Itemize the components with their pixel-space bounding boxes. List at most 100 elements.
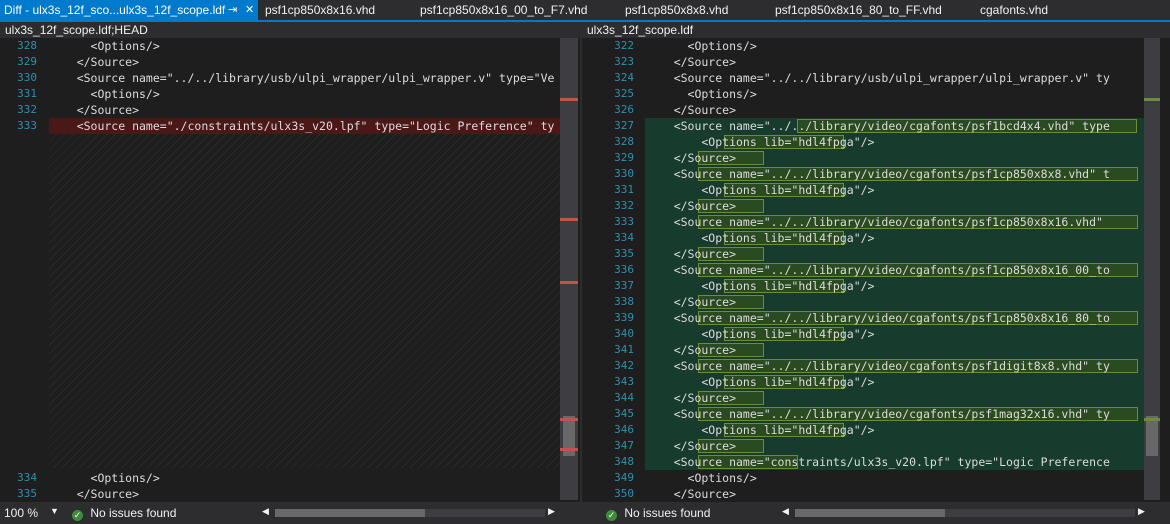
line-number: 344	[614, 391, 634, 404]
code-line: <Source name="../../library/video/cgafon…	[646, 359, 1110, 373]
line-number: 328	[17, 39, 37, 52]
code-line: <Source name="../../library/usb/ulpi_wra…	[49, 71, 555, 85]
chevron-down-icon: ▼	[50, 506, 59, 516]
code-line: <Options lib="hdl4fpga"/>	[646, 135, 875, 149]
line-number: 332	[17, 103, 37, 116]
code-line: </Source>	[646, 103, 737, 117]
left-pane-title: ulx3s_12f_scope.ldf;HEAD	[0, 22, 580, 38]
code-line: <Options lib="hdl4fpga"/>	[646, 183, 875, 197]
change-marker	[560, 418, 578, 421]
code-line: <Source name="../../library/video/cgafon…	[646, 311, 1110, 325]
line-number: 331	[614, 183, 634, 196]
line-number: 343	[614, 375, 634, 388]
line-number: 330	[17, 71, 37, 84]
tab-diff-label: Diff - ulx3s_12f_sco...ulx3s_12f_scope.l…	[4, 3, 226, 17]
line-number: 333	[17, 119, 37, 132]
line-number: 335	[17, 487, 37, 500]
code-line: <Source name="../../library/video/cgafon…	[646, 215, 1103, 229]
pin-icon[interactable]: ⇥	[228, 0, 237, 20]
zoom-level: 100 %	[4, 506, 39, 520]
tab-file[interactable]: psf1cp850x8x16.vhd	[265, 0, 375, 20]
left-horizontal-scrollbar[interactable]	[275, 509, 545, 517]
line-number: 334	[17, 471, 37, 484]
code-line: <Options lib="hdl4fpga"/>	[646, 423, 875, 437]
line-number: 340	[614, 327, 634, 340]
code-line: <Options/>	[646, 87, 757, 101]
line-number: 322	[614, 39, 634, 52]
line-number: 347	[614, 439, 634, 452]
line-number: 334	[614, 231, 634, 244]
code-line: <Source name="../../library/video/cgafon…	[646, 407, 1110, 421]
right-horizontal-scrollbar[interactable]	[795, 509, 1135, 517]
right-status-bar: ✓ No issues found ◀ ▶	[582, 502, 1170, 524]
line-number: 336	[614, 263, 634, 276]
code-line: </Source>	[646, 439, 737, 453]
scroll-right-icon[interactable]: ▶	[548, 506, 555, 517]
line-number: 335	[614, 247, 634, 260]
missing-lines-hatch	[49, 134, 560, 468]
code-line: </Source>	[646, 151, 737, 165]
line-number: 348	[614, 455, 634, 468]
code-line: </Source>	[646, 55, 737, 69]
line-number: 349	[614, 471, 634, 484]
right-scroll-thumb[interactable]	[1146, 416, 1158, 456]
line-number: 330	[614, 167, 634, 180]
line-number: 329	[17, 55, 37, 68]
line-number: 332	[614, 199, 634, 212]
code-line: <Options/>	[49, 39, 160, 53]
right-diff-editor[interactable]: 322 <Options/> 323 </Source> 324 <Source n…	[582, 38, 1144, 500]
scroll-left-icon[interactable]: ◀	[782, 506, 789, 517]
line-number: 346	[614, 423, 634, 436]
code-line: </Source>	[646, 487, 737, 500]
right-vertical-scrollbar[interactable]	[1144, 38, 1160, 500]
code-line: </Source>	[49, 487, 140, 500]
line-number: 337	[614, 279, 634, 292]
code-line: <Options/>	[646, 39, 757, 53]
code-line: </Source>	[646, 343, 737, 357]
line-number: 327	[614, 119, 634, 132]
tab-file[interactable]: psf1cp850x8x16_80_to_FF.vhd	[775, 0, 942, 20]
code-line: <Source name="../../library/video/cgafon…	[646, 119, 1110, 133]
line-number: 324	[614, 71, 634, 84]
line-number: 350	[614, 487, 634, 500]
line-number: 331	[17, 87, 37, 100]
right-pane-title: ulx3s_12f_scope.ldf	[582, 22, 1170, 38]
scroll-left-icon[interactable]: ◀	[262, 506, 269, 517]
code-line: </Source>	[646, 199, 737, 213]
issues-indicator[interactable]: ✓ No issues found	[72, 506, 176, 521]
change-marker	[1144, 418, 1160, 421]
line-number: 338	[614, 295, 634, 308]
tab-file[interactable]: cgafonts.vhd	[980, 0, 1048, 20]
change-marker	[560, 218, 578, 221]
zoom-dropdown[interactable]: 100 % ▼	[4, 506, 60, 520]
line-number: 325	[614, 87, 634, 100]
left-vertical-scrollbar[interactable]	[560, 38, 578, 500]
code-line: <Options/>	[49, 87, 160, 101]
check-circle-icon: ✓	[72, 510, 83, 521]
line-number: 329	[614, 151, 634, 164]
change-marker	[560, 281, 578, 284]
code-line: <Source name="../../library/usb/ulpi_wra…	[646, 71, 1110, 85]
right-hscroll-thumb[interactable]	[795, 509, 945, 517]
line-number: 341	[614, 343, 634, 356]
code-line: <Source name="./constraints/ulx3s_v20.lp…	[49, 119, 555, 133]
line-number: 326	[614, 103, 634, 116]
close-icon[interactable]: ✕	[245, 0, 254, 20]
left-hscroll-thumb[interactable]	[275, 509, 425, 517]
tab-file[interactable]: psf1cp850x8x8.vhd	[625, 0, 728, 20]
tab-file[interactable]: psf1cp850x8x16_00_to_F7.vhd	[420, 0, 587, 20]
code-line: </Source>	[49, 55, 140, 69]
left-diff-editor[interactable]: 328 <Options/> 329 </Source> 330 <Source n…	[0, 38, 560, 500]
scroll-right-icon[interactable]: ▶	[1138, 506, 1145, 517]
code-line: <Options/>	[49, 471, 160, 485]
change-marker	[1144, 98, 1160, 101]
line-number: 345	[614, 407, 634, 420]
change-marker	[560, 98, 578, 101]
code-line: </Source>	[49, 103, 140, 117]
issues-text: No issues found	[624, 506, 711, 520]
code-line: <Source name="../../library/video/cgafon…	[646, 167, 1110, 181]
issues-indicator[interactable]: ✓ No issues found	[606, 506, 710, 521]
code-line: <Options lib="hdl4fpga"/>	[646, 279, 875, 293]
tab-diff[interactable]: Diff - ulx3s_12f_sco...ulx3s_12f_scope.l…	[0, 0, 258, 20]
line-number: 323	[614, 55, 634, 68]
